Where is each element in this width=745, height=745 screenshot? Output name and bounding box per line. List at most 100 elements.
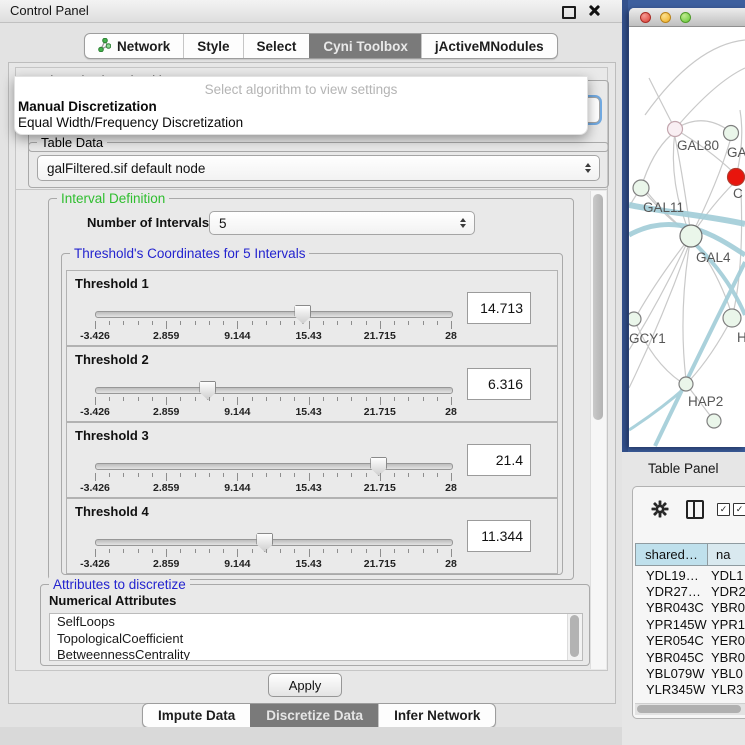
slider-tick-labels: -3.4262.8599.14415.4321.71528	[95, 406, 451, 418]
network-node-hap2[interactable]	[679, 377, 693, 391]
float-window-icon[interactable]	[562, 6, 576, 19]
attribute-item[interactable]: BetweennessCentrality	[50, 647, 582, 661]
checkbox-icon[interactable]: ✓	[733, 503, 745, 516]
column-header-shared-name[interactable]: shared…	[635, 543, 708, 566]
table-row[interactable]: YIL052CYIL0	[635, 698, 745, 701]
threshold-1-slider[interactable]	[95, 311, 453, 318]
tick-mark	[109, 321, 110, 325]
cell-name[interactable]: YER0	[707, 633, 745, 648]
settings-vertical-scrollbar[interactable]	[590, 191, 606, 669]
algorithm-option-equal-width-frequency[interactable]: Equal Width/Frequency Discretization	[18, 115, 243, 130]
apply-button[interactable]: Apply	[268, 673, 342, 697]
tab-style[interactable]: Style	[183, 34, 242, 58]
cell-shared-name[interactable]: YPR145W	[635, 617, 707, 632]
network-node-gcy1[interactable]	[629, 312, 641, 326]
tick-mark	[337, 321, 338, 325]
network-node-h[interactable]	[723, 309, 741, 327]
tick-mark	[266, 549, 267, 553]
table-row[interactable]: YER054CYER0	[635, 633, 745, 649]
tab-network[interactable]: Network	[85, 34, 183, 58]
attribute-item[interactable]: TopologicalCoefficient	[50, 631, 582, 648]
threshold-3-value[interactable]: 21.4	[467, 444, 531, 476]
table-row[interactable]: YBR043CYBR0	[635, 600, 745, 616]
network-icon	[98, 38, 111, 55]
cell-shared-name[interactable]: YBR045C	[635, 650, 707, 665]
cell-name[interactable]: YBR0	[707, 600, 745, 615]
tick-mark	[294, 397, 295, 401]
attributes-list-scrollbar[interactable]	[567, 614, 582, 660]
network-node-unlabeled[interactable]	[707, 414, 721, 428]
screen: Control Panel Network Style	[0, 0, 745, 745]
minimize-traffic-light-icon[interactable]	[660, 12, 671, 23]
numerical-attributes-list[interactable]: SelfLoopsTopologicalCoefficientBetweenne…	[49, 613, 583, 661]
table-row[interactable]: YBL079WYBL0	[635, 665, 745, 681]
threshold-2-label: Threshold 2	[75, 352, 149, 367]
cell-name[interactable]: YBR0	[707, 650, 745, 665]
threshold-4-slider[interactable]	[95, 539, 453, 546]
cell-name[interactable]: YDR2	[707, 584, 745, 599]
table-row[interactable]: YLR345WYLR3	[635, 682, 745, 698]
attribute-item[interactable]: SelfLoops	[50, 614, 582, 631]
table-horizontal-scrollbar[interactable]	[635, 703, 745, 715]
columns-icon[interactable]	[686, 500, 704, 519]
tab-discretize-data[interactable]: Discretize Data	[250, 704, 378, 727]
close-icon[interactable]	[587, 4, 600, 17]
cell-shared-name[interactable]: YLR345W	[635, 682, 707, 697]
tab-infer-network[interactable]: Infer Network	[378, 704, 495, 727]
slider-tick-labels: -3.4262.8599.14415.4321.71528	[95, 558, 451, 570]
threshold-2-value[interactable]: 6.316	[467, 368, 531, 400]
network-node-gal11[interactable]	[633, 180, 649, 196]
network-window-titlebar[interactable]	[629, 8, 745, 27]
tick-mark	[309, 473, 310, 481]
tick-mark	[237, 397, 238, 405]
attr-items: SelfLoopsTopologicalCoefficientBetweenne…	[50, 614, 582, 661]
cell-shared-name[interactable]: YBR043C	[635, 600, 707, 615]
table-row[interactable]: YPR145WYPR1	[635, 616, 745, 632]
column-header-name[interactable]: na	[708, 543, 745, 566]
cell-name[interactable]: YDL1	[707, 568, 744, 583]
table-row[interactable]: YDL19…YDL1	[635, 567, 745, 583]
threshold-3-slider[interactable]	[95, 463, 453, 470]
algorithm-dropdown-popup: Select algorithm to view settings Manual…	[14, 76, 588, 135]
network-node-c[interactable]	[728, 169, 745, 186]
tab-cyni-toolbox[interactable]: Cyni Toolbox	[309, 34, 421, 58]
cell-name[interactable]: YPR1	[707, 617, 745, 632]
table-row[interactable]: YBR045CYBR0	[635, 649, 745, 665]
network-node-gal4[interactable]	[680, 225, 702, 247]
scrollbar-thumb[interactable]	[593, 194, 603, 420]
tab-cyni-toolbox-label: Cyni Toolbox	[323, 39, 408, 54]
cyni-bottom-tabs: Impute Data Discretize Data Infer Networ…	[142, 703, 496, 728]
scrollbar-thumb[interactable]	[637, 705, 741, 713]
table-data-label: Table Data	[37, 135, 107, 150]
table-data-select[interactable]: galFiltered.sif default node	[37, 155, 600, 181]
tick-label: 2.859	[153, 482, 179, 494]
close-traffic-light-icon[interactable]	[640, 12, 651, 23]
network-node-ga[interactable]	[724, 126, 739, 141]
table-row[interactable]: YDR27…YDR2	[635, 583, 745, 599]
threshold-4-value[interactable]: 11.344	[467, 520, 531, 552]
tab-impute-data[interactable]: Impute Data	[143, 704, 250, 727]
tab-jactivemnodules[interactable]: jActiveMNodules	[421, 34, 557, 58]
checkbox-icon[interactable]: ✓	[717, 503, 730, 516]
network-node-gal80[interactable]	[668, 122, 683, 137]
tick-mark	[152, 397, 153, 401]
cell-shared-name[interactable]: YER054C	[635, 633, 707, 648]
cell-shared-name[interactable]: YIL052C	[635, 699, 707, 701]
gear-icon[interactable]	[651, 500, 669, 523]
cell-shared-name[interactable]: YDR27…	[635, 584, 707, 599]
algorithm-option-manual-discretization[interactable]: Manual Discretization	[18, 99, 157, 114]
tab-select[interactable]: Select	[243, 34, 310, 58]
cell-name[interactable]: YLR3	[707, 682, 744, 697]
cell-name[interactable]: YIL0	[707, 699, 738, 701]
cell-shared-name[interactable]: YDL19…	[635, 568, 707, 583]
cell-name[interactable]: YBL0	[707, 666, 743, 681]
tick-mark	[266, 397, 267, 401]
zoom-traffic-light-icon[interactable]	[680, 12, 691, 23]
node-label: H	[737, 330, 745, 345]
network-canvas[interactable]: GAL80GACGAL11GAL4GCY1HHAP2	[629, 26, 745, 447]
number-of-intervals-select[interactable]: 5	[209, 211, 475, 235]
threshold-2-slider[interactable]	[95, 387, 453, 394]
cell-shared-name[interactable]: YBL079W	[635, 666, 707, 681]
scrollbar-thumb[interactable]	[570, 615, 579, 657]
threshold-1-value[interactable]: 14.713	[467, 292, 531, 324]
